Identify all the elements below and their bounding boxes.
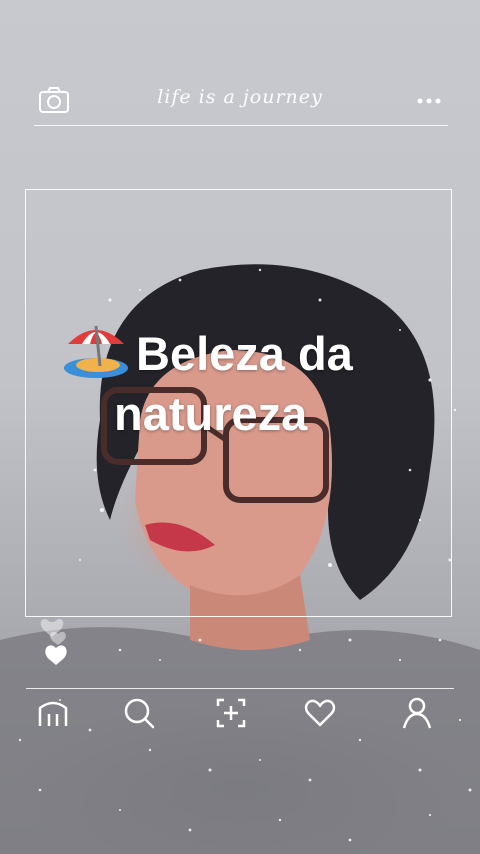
caption-line-1: Beleza da (136, 327, 353, 380)
home-icon[interactable] (36, 696, 70, 730)
bottom-divider (26, 688, 454, 689)
add-post-icon[interactable] (214, 696, 248, 730)
hearts-icon[interactable] (38, 608, 78, 668)
profile-icon[interactable] (400, 696, 434, 730)
caption-line-2: natureza (114, 387, 308, 440)
beach-umbrella-icon (64, 325, 128, 378)
post-caption: Beleza da natureza (60, 318, 460, 444)
search-icon[interactable] (122, 696, 156, 730)
heart-icon[interactable] (303, 696, 337, 730)
brand-title: life is a journey (157, 86, 323, 108)
more-dots-icon[interactable] (416, 93, 442, 109)
top-divider (34, 125, 448, 126)
